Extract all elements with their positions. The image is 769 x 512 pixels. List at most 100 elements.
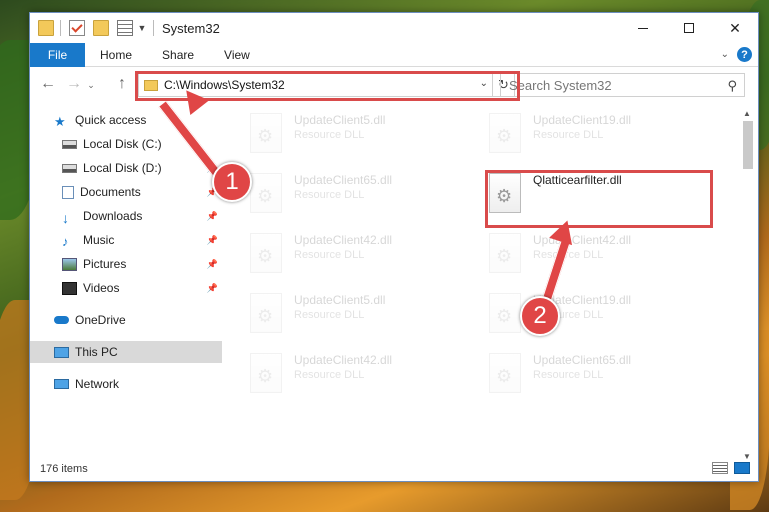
search-icon[interactable]: ⚲ [727,78,737,94]
dll-file-icon [489,353,521,393]
file-item[interactable]: UpdateClient5.dll Resource DLL [250,293,460,343]
dll-file-icon [489,113,521,153]
title-bar: ▼ System32 ✕ [30,13,758,43]
minimize-icon [638,27,648,29]
search-input[interactable] [509,77,709,93]
close-button[interactable]: ✕ [712,13,758,43]
divider [60,20,61,36]
file-type: Resource DLL [294,249,365,261]
minimize-button[interactable] [620,13,666,43]
expand-ribbon-icon[interactable]: ⌄ [721,49,729,60]
computer-icon [54,346,69,358]
pin-icon: 📌 [206,282,218,293]
explorer-window: ▼ System32 ✕ File Home Share View ⌄ ? ← … [29,12,759,482]
large-icons-view-icon[interactable] [734,462,750,474]
music-icon: ♪ [62,233,69,249]
star-icon: ★ [54,113,66,129]
sidebar-item-music[interactable]: ♪ Music 📌 [30,229,222,251]
properties-check-icon[interactable] [69,20,85,36]
file-name: UpdateClient42.dll [294,353,393,367]
close-icon: ✕ [729,19,741,36]
file-name: UpdateClient65.dll [533,353,632,367]
tab-file[interactable]: File [30,42,85,67]
status-bar: 176 items [30,457,758,481]
recent-dropdown-icon[interactable]: ⌄ [86,80,96,91]
forward-button[interactable]: → [64,75,84,93]
sidebar-item-label: Quick access [75,113,147,127]
file-item[interactable]: UpdateClient42.dll Resource DLL [250,353,460,403]
file-type: Resource DLL [294,189,365,201]
ribbon-tabs: File Home Share View ⌄ ? [30,42,758,67]
drive-icon [62,163,77,173]
up-button[interactable]: ↑ [112,75,132,93]
file-item[interactable]: UpdateClient42.dll Resource DLL [489,233,699,283]
pin-icon: 📌 [206,210,218,221]
sidebar-item-label: Downloads [83,209,143,223]
sidebar-item-label: Local Disk (C:) [83,137,162,151]
sidebar-item-pictures[interactable]: Pictures 📌 [30,253,222,275]
network-icon [54,379,69,389]
file-highlight [485,170,713,228]
tab-view[interactable]: View [209,48,265,62]
file-name: UpdateClient5.dll [294,113,386,127]
new-folder-icon[interactable] [93,20,109,36]
file-type: Resource DLL [533,249,604,261]
tab-share[interactable]: Share [147,48,209,62]
back-button[interactable]: ← [38,75,58,93]
file-name: UpdateClient65.dll [294,173,393,187]
sidebar-item-local-disk-d[interactable]: Local Disk (D:) 📌 [30,157,222,179]
quick-access-dropdown-icon[interactable]: ▼ [137,23,147,33]
customize-icon[interactable] [117,20,133,36]
file-type: Resource DLL [533,129,604,141]
sidebar-item-onedrive[interactable]: OneDrive [30,309,222,331]
downloads-icon: ↓ [62,209,69,226]
sidebar-item-network[interactable]: Network [30,373,222,395]
file-name: UpdateClient19.dll [533,113,632,127]
sidebar-item-label: OneDrive [75,313,126,327]
file-name: UpdateClient42.dll [294,233,393,247]
tab-home[interactable]: Home [85,48,147,62]
window-controls: ✕ [620,13,758,43]
divider [153,20,154,36]
sidebar-item-videos[interactable]: Videos 📌 [30,277,222,299]
dll-file-icon [489,233,521,273]
file-item[interactable]: UpdateClient19.dll Resource DLL [489,113,699,163]
folder-icon[interactable] [38,20,54,36]
maximize-icon [684,23,694,33]
details-view-icon[interactable] [712,462,728,474]
file-name: UpdateClient42.dll [533,233,632,247]
dll-file-icon [250,113,282,153]
dll-file-icon [250,173,282,213]
file-item[interactable]: UpdateClient42.dll Resource DLL [250,233,460,283]
file-type: Resource DLL [533,369,604,381]
dll-file-icon [250,293,282,333]
sidebar-item-this-pc[interactable]: This PC [30,341,222,363]
pin-icon: 📌 [206,234,218,245]
file-item[interactable]: UpdateClient65.dll Resource DLL [489,353,699,403]
documents-icon [62,185,74,199]
step-2-badge: 2 [520,296,560,336]
cloud-icon [54,316,69,324]
search-box[interactable]: ⚲ [500,73,745,97]
scroll-up-icon[interactable]: ▲ [743,109,751,118]
navigation-pane: ★ Quick access Local Disk (C:) Local Dis… [30,109,225,461]
file-item[interactable]: UpdateClient5.dll Resource DLL [250,113,460,163]
sidebar-item-label: Music [83,233,115,247]
drive-icon [62,139,77,149]
file-item[interactable]: UpdateClient65.dll Resource DLL [250,173,460,223]
sidebar-item-label: Documents [80,185,141,199]
vertical-scrollbar[interactable]: ▲ ▼ [741,109,755,461]
file-type: Resource DLL [294,309,365,321]
dll-file-icon [250,233,282,273]
ribbon-controls: ⌄ ? [721,47,752,62]
item-count: 176 items [40,463,88,475]
maximize-button[interactable] [666,13,712,43]
sidebar-item-documents[interactable]: Documents 📌 [30,181,222,203]
scrollbar-thumb[interactable] [743,121,753,169]
help-icon[interactable]: ? [737,47,752,62]
sidebar-item-label: Local Disk (D:) [83,161,162,175]
dll-file-icon [489,293,521,333]
pictures-icon [62,257,77,271]
sidebar-item-downloads[interactable]: ↓ Downloads 📌 [30,205,222,227]
file-name: UpdateClient5.dll [294,293,386,307]
